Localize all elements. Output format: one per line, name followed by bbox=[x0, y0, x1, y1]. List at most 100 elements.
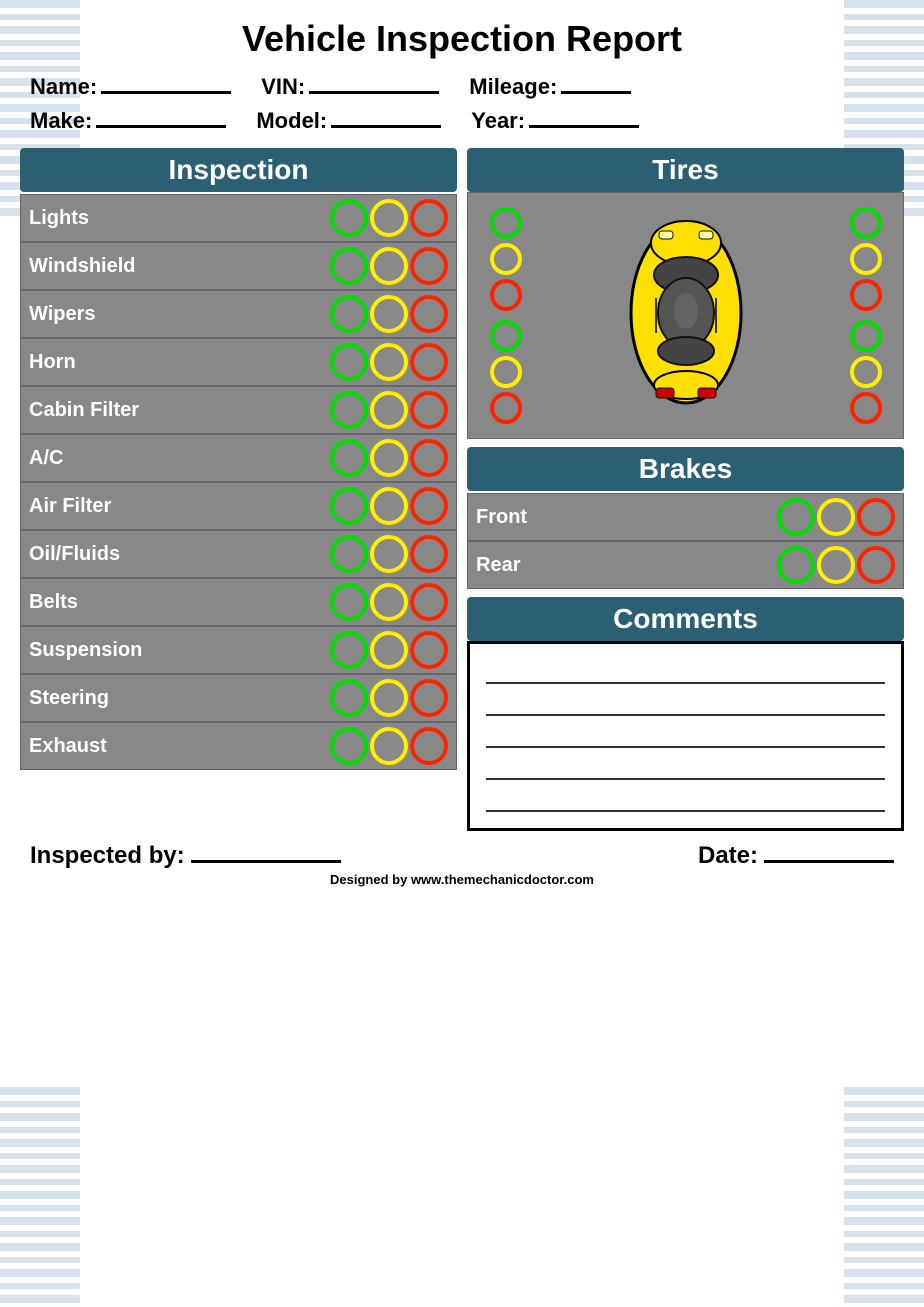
inspection-item: Wipers bbox=[20, 290, 457, 338]
inspection-item: A/C bbox=[20, 434, 457, 482]
inspection-section: Inspection LightsWindshieldWipersHornCab… bbox=[20, 148, 457, 770]
circle-yellow bbox=[370, 247, 408, 285]
item-circles bbox=[330, 199, 448, 237]
circle-red bbox=[410, 679, 448, 717]
tire-rl-3 bbox=[490, 392, 522, 424]
item-circles bbox=[330, 727, 448, 765]
circle-green bbox=[330, 535, 368, 573]
inspection-item: Exhaust bbox=[20, 722, 457, 770]
circle-red bbox=[410, 439, 448, 477]
circle-yellow bbox=[370, 535, 408, 573]
item-label: Lights bbox=[29, 207, 89, 230]
comments-box[interactable] bbox=[467, 641, 904, 831]
rear-right-tires bbox=[838, 320, 893, 424]
page-title: Vehicle Inspection Report bbox=[20, 18, 904, 60]
footer: Inspected by: Date: bbox=[20, 831, 904, 872]
circle-yellow bbox=[817, 546, 855, 584]
tire-rl-2 bbox=[490, 356, 522, 388]
circle-yellow bbox=[370, 199, 408, 237]
circle-yellow bbox=[370, 631, 408, 669]
circle-green bbox=[777, 546, 815, 584]
name-label: Name: bbox=[30, 74, 97, 100]
circle-red bbox=[857, 546, 895, 584]
item-circles bbox=[330, 487, 448, 525]
item-circles bbox=[330, 535, 448, 573]
circle-yellow bbox=[370, 583, 408, 621]
comment-line-4 bbox=[486, 756, 885, 780]
circle-red bbox=[410, 631, 448, 669]
tire-fr-1 bbox=[850, 207, 882, 239]
front-left-tires bbox=[478, 207, 533, 311]
item-label: Windshield bbox=[29, 255, 135, 278]
circle-green bbox=[330, 631, 368, 669]
circle-red bbox=[410, 727, 448, 765]
circle-red bbox=[410, 343, 448, 381]
brake-circles bbox=[777, 498, 895, 536]
item-label: Cabin Filter bbox=[29, 399, 139, 422]
item-label: Exhaust bbox=[29, 735, 107, 758]
vehicle-info: Name: VIN: Mileage: Make: Model: Ye bbox=[20, 72, 904, 134]
circle-yellow bbox=[370, 391, 408, 429]
circle-red bbox=[410, 199, 448, 237]
item-circles bbox=[330, 391, 448, 429]
inspection-item: Lights bbox=[20, 194, 457, 242]
mileage-label: Mileage: bbox=[469, 74, 557, 100]
make-label: Make: bbox=[30, 108, 92, 134]
item-label: A/C bbox=[29, 447, 63, 470]
mileage-field bbox=[561, 72, 631, 94]
car-svg bbox=[601, 203, 771, 423]
inspection-item: Belts bbox=[20, 578, 457, 626]
comment-line-1 bbox=[486, 660, 885, 684]
inspection-item: Steering bbox=[20, 674, 457, 722]
item-label: Steering bbox=[29, 687, 109, 710]
circle-green bbox=[330, 295, 368, 333]
main-grid: Inspection LightsWindshieldWipersHornCab… bbox=[20, 148, 904, 831]
inspector-name-field bbox=[191, 841, 341, 863]
inspection-item: Air Filter bbox=[20, 482, 457, 530]
year-label: Year: bbox=[471, 108, 525, 134]
brake-item: Rear bbox=[467, 541, 904, 589]
inspected-by-label: Inspected by: bbox=[30, 842, 185, 870]
comments-header: Comments bbox=[467, 597, 904, 641]
circle-yellow bbox=[370, 487, 408, 525]
circle-yellow bbox=[370, 679, 408, 717]
item-circles bbox=[330, 247, 448, 285]
model-label: Model: bbox=[256, 108, 327, 134]
model-field bbox=[331, 106, 441, 128]
circle-red bbox=[410, 487, 448, 525]
comment-line-2 bbox=[486, 692, 885, 716]
tires-section: Tires bbox=[467, 148, 904, 439]
inspection-item: Oil/Fluids bbox=[20, 530, 457, 578]
inspection-header: Inspection bbox=[20, 148, 457, 192]
tire-rr-1 bbox=[850, 320, 882, 352]
item-label: Suspension bbox=[29, 639, 142, 662]
tire-rr-3 bbox=[850, 392, 882, 424]
tire-fl-1 bbox=[490, 207, 522, 239]
circle-green bbox=[330, 439, 368, 477]
circle-yellow bbox=[370, 295, 408, 333]
comments-section: Comments bbox=[467, 597, 904, 831]
tire-rr-2 bbox=[850, 356, 882, 388]
circle-green bbox=[330, 583, 368, 621]
circle-red bbox=[410, 295, 448, 333]
rear-left-tires bbox=[478, 320, 533, 424]
make-field bbox=[96, 106, 226, 128]
circle-green bbox=[330, 391, 368, 429]
vin-label: VIN: bbox=[261, 74, 305, 100]
brakes-header: Brakes bbox=[467, 447, 904, 491]
vin-field bbox=[309, 72, 439, 94]
inspection-item: Cabin Filter bbox=[20, 386, 457, 434]
tire-fr-2 bbox=[850, 243, 882, 275]
tire-rl-1 bbox=[490, 320, 522, 352]
circle-green bbox=[330, 727, 368, 765]
tires-header: Tires bbox=[467, 148, 904, 192]
circle-yellow bbox=[370, 727, 408, 765]
comment-line-5 bbox=[486, 788, 885, 812]
item-label: Belts bbox=[29, 591, 78, 614]
right-col: Tires bbox=[467, 148, 904, 831]
item-label: Oil/Fluids bbox=[29, 543, 120, 566]
date-field bbox=[764, 841, 894, 863]
circle-yellow bbox=[370, 439, 408, 477]
tire-fr-3 bbox=[850, 279, 882, 311]
year-field bbox=[529, 106, 639, 128]
